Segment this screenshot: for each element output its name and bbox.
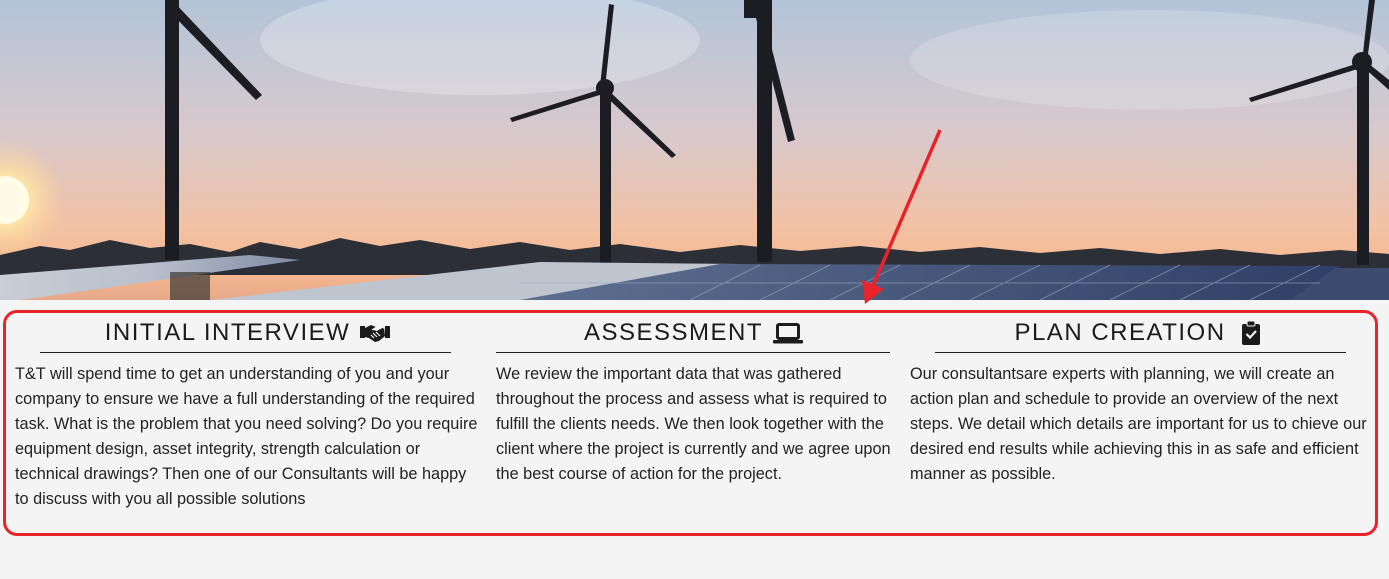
column-initial-interview: INITIAL INTERVIEW T&T will spend time to… [15, 316, 480, 512]
column-title: PLAN CREATION [910, 316, 1370, 350]
clipboard-check-icon [1236, 320, 1266, 346]
column-description: We review the important data that was ga… [496, 365, 891, 483]
column-title-text: INITIAL INTERVIEW [104, 319, 351, 346]
title-divider [40, 352, 451, 353]
hero-image [0, 0, 1389, 300]
laptop-icon [773, 320, 804, 346]
column-title-text: PLAN CREATION [1014, 319, 1226, 346]
title-divider [496, 352, 890, 353]
column-assessment: ASSESSMENT We review the important data … [496, 316, 891, 487]
process-columns: INITIAL INTERVIEW T&T will spend time to… [0, 316, 1389, 536]
page: INITIAL INTERVIEW T&T will spend time to… [0, 0, 1389, 579]
column-plan-creation: PLAN CREATION Our consultantsare experts… [910, 316, 1370, 487]
handshake-icon [360, 320, 391, 346]
title-divider [935, 352, 1346, 353]
column-description: T&T will spend time to get an understand… [15, 365, 478, 508]
column-title: ASSESSMENT [496, 316, 891, 350]
column-title-text: ASSESSMENT [583, 319, 764, 346]
column-title: INITIAL INTERVIEW [15, 316, 480, 350]
column-description: Our consultantsare experts with planning… [910, 365, 1367, 483]
